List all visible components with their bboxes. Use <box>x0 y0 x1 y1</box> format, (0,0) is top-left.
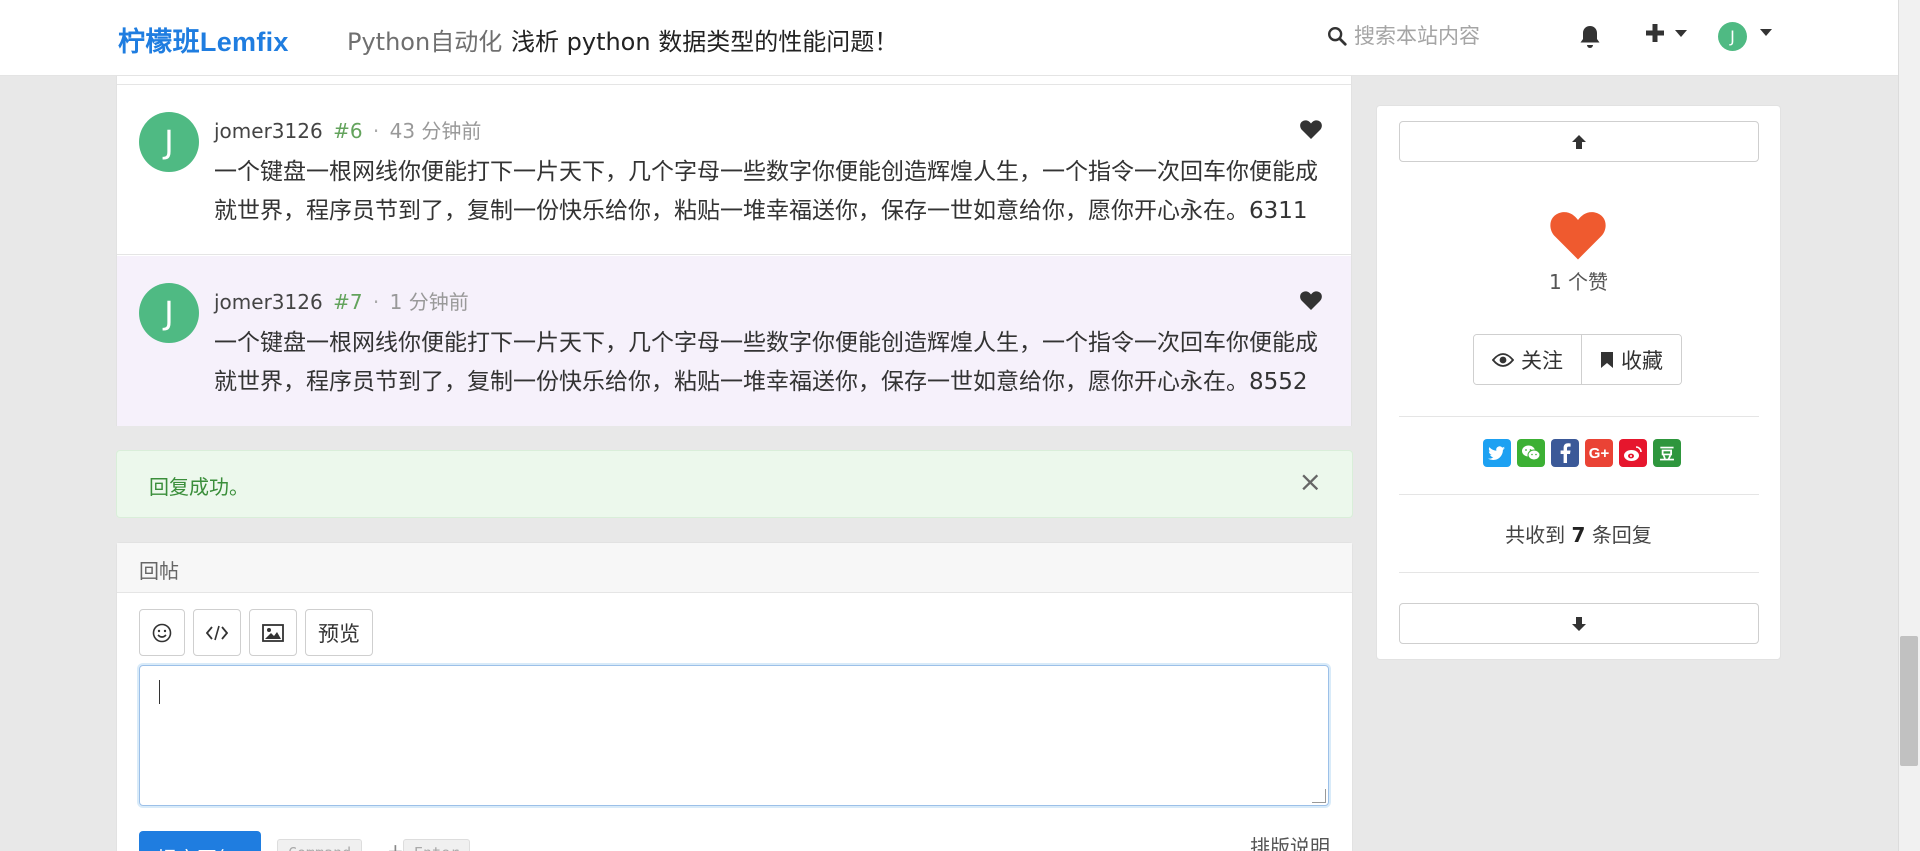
twitter-bird-icon <box>1488 445 1505 460</box>
format-help-link[interactable]: 排版说明 <box>1250 831 1330 851</box>
reply-username[interactable]: jomer3126 <box>214 119 323 143</box>
page-scrollbar-thumb[interactable] <box>1900 636 1918 766</box>
follow-label: 关注 <box>1521 348 1563 373</box>
heart-like-icon[interactable] <box>1547 206 1609 262</box>
google-plus-share-icon[interactable]: G+ <box>1585 439 1613 467</box>
divider <box>1399 494 1759 495</box>
share-buttons: G+ 豆 <box>1483 439 1681 467</box>
code-button[interactable] <box>193 609 241 656</box>
avatar[interactable]: J <box>139 283 199 343</box>
reply-total-prefix: 共收到 <box>1505 523 1566 547</box>
wechat-share-icon[interactable] <box>1517 439 1545 467</box>
search-icon <box>1328 27 1347 46</box>
reply-username[interactable]: jomer3126 <box>214 290 323 314</box>
image-upload-button[interactable] <box>249 609 297 656</box>
weibo-share-icon[interactable] <box>1619 439 1647 467</box>
reply-total: 共收到 7 条回复 <box>1377 519 1780 548</box>
facebook-f-icon <box>1560 443 1571 463</box>
reply-item: J jomer3126 #6 · 43 分钟前 一个键盘一根网线你便能打下一片天… <box>117 85 1351 255</box>
text-cursor <box>159 680 160 704</box>
smiley-icon <box>152 623 172 642</box>
likes-count: 1 个赞 <box>1548 270 1609 294</box>
reply-textarea[interactable] <box>139 665 1329 806</box>
reply-total-suffix: 条回复 <box>1591 523 1652 547</box>
bookmark-icon <box>1601 351 1613 368</box>
reply-meta: jomer3126 #7 · 1 分钟前 <box>214 286 469 315</box>
reply-floor[interactable]: #7 <box>333 290 362 314</box>
emoji-button[interactable] <box>139 609 185 656</box>
code-icon <box>206 625 228 640</box>
divider <box>1399 416 1759 417</box>
page-title: 浅析 python 数据类型的性能问题！ <box>511 28 899 56</box>
reply-list: J jomer3126 #6 · 43 分钟前 一个键盘一根网线你便能打下一片天… <box>116 76 1352 426</box>
chevron-down-icon <box>1675 29 1688 37</box>
breadcrumb-category[interactable]: Python自动化 <box>347 22 502 57</box>
kbd-enter: Enter <box>403 839 471 851</box>
user-menu-dropdown[interactable]: J <box>1718 22 1773 51</box>
kbd-command: Command <box>277 839 363 851</box>
twitter-share-icon[interactable] <box>1483 439 1511 467</box>
reply-time: 43 分钟前 <box>389 119 482 143</box>
submit-reply-button[interactable]: 提交回复 <box>139 831 261 851</box>
alert-message: 回复成功。 <box>149 475 249 499</box>
editor-heading: 回帖 <box>117 543 1352 593</box>
reply-total-count: 7 <box>1571 523 1586 547</box>
douban-share-icon[interactable]: 豆 <box>1653 439 1681 467</box>
reply-editor: 回帖 预览 提 <box>116 542 1353 851</box>
notification-bell-icon[interactable] <box>1578 24 1602 50</box>
heart-like-icon[interactable] <box>1299 289 1323 311</box>
chevron-down-icon <box>1760 29 1773 36</box>
facebook-share-icon[interactable] <box>1551 439 1579 467</box>
favorite-label: 收藏 <box>1621 348 1663 373</box>
eye-icon <box>1492 352 1514 367</box>
top-navbar: 柠檬班Lemfix Python自动化 浅析 python 数据类型的性能问题！… <box>0 0 1898 76</box>
image-icon <box>262 623 284 642</box>
search-box <box>1326 24 1554 48</box>
avatar[interactable]: J <box>139 112 199 172</box>
heart-like-icon[interactable] <box>1299 118 1323 140</box>
weibo-icon <box>1624 445 1642 461</box>
scroll-top-button[interactable] <box>1399 121 1759 162</box>
topic-action-group: 关注 收藏 <box>1473 334 1682 385</box>
close-icon[interactable]: × <box>1299 465 1322 498</box>
plus-icon <box>1646 24 1664 42</box>
resize-handle[interactable] <box>1312 789 1326 803</box>
reply-body: 一个键盘一根网线你便能打下一片天下，几个字母一些数字你便能创造辉煌人生，一个指令… <box>214 159 1318 224</box>
search-input[interactable] <box>1354 24 1554 48</box>
arrow-down-icon <box>1572 616 1586 631</box>
success-alert: 回复成功。 × <box>116 450 1353 518</box>
scroll-bottom-button[interactable] <box>1399 603 1759 644</box>
avatar: J <box>1718 22 1747 51</box>
arrow-up-icon <box>1572 134 1586 149</box>
reply-meta: jomer3126 #6 · 43 分钟前 <box>214 115 481 144</box>
brand-logo[interactable]: 柠檬班Lemfix <box>118 20 289 59</box>
reply-body: 一个键盘一根网线你便能打下一片天下，几个字母一些数字你便能创造辉煌人生，一个指令… <box>214 330 1318 395</box>
topic-sidebar: 1 个赞 关注 收藏 G+ 豆 共收到 7 条回复 <box>1376 105 1781 660</box>
meta-separator: · <box>372 119 380 143</box>
meta-separator: · <box>372 290 380 314</box>
reply-item: J jomer3126 #7 · 1 分钟前 一个键盘一根网线你便能打下一片天下… <box>117 256 1351 426</box>
new-menu-dropdown[interactable] <box>1644 22 1688 44</box>
favorite-button[interactable]: 收藏 <box>1581 335 1681 384</box>
preview-button[interactable]: 预览 <box>305 609 373 656</box>
kbd-plus: + <box>387 839 404 851</box>
reply-time: 1 分钟前 <box>389 290 469 314</box>
editor-toolbar: 预览 <box>139 609 373 656</box>
wechat-bubble-icon <box>1522 445 1541 461</box>
divider <box>1399 572 1759 573</box>
reply-floor[interactable]: #6 <box>333 119 362 143</box>
follow-button[interactable]: 关注 <box>1474 335 1581 384</box>
